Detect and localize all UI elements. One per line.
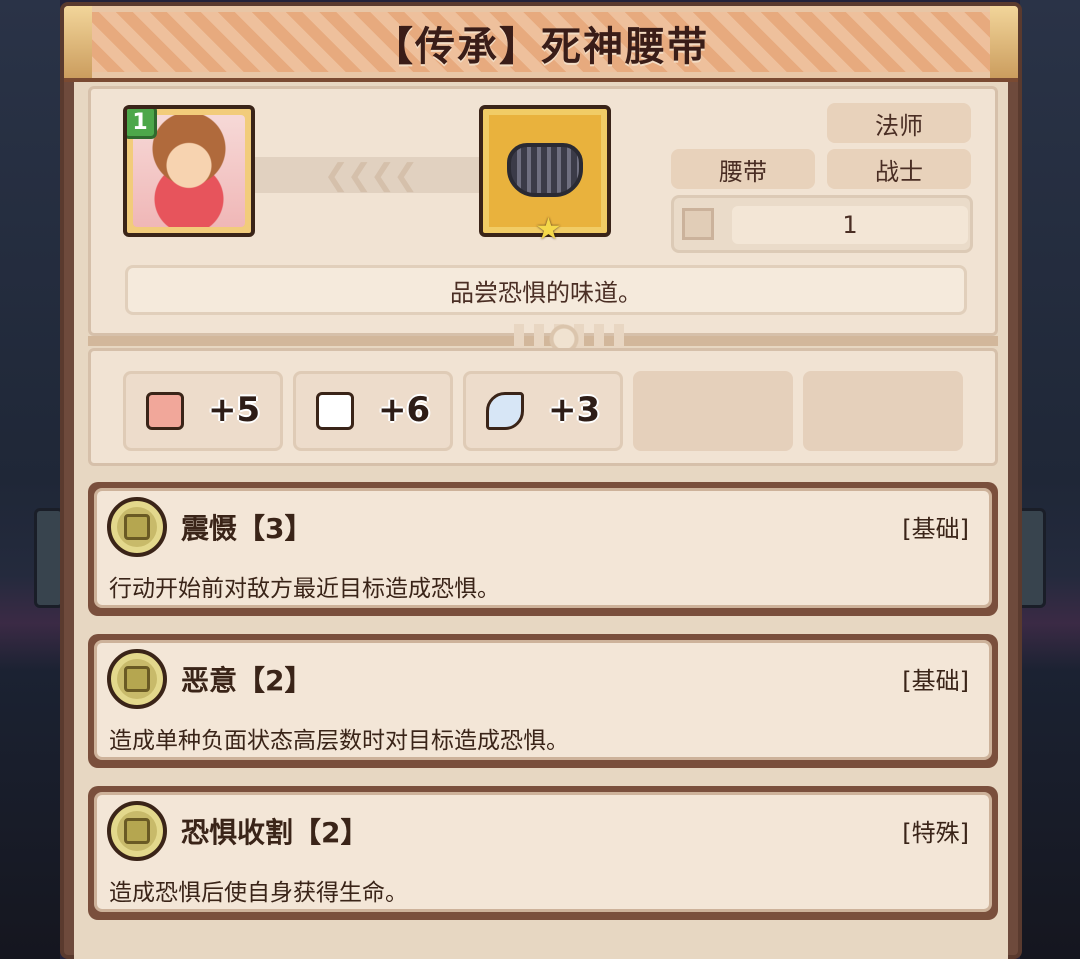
stat-slot-magic: +6 bbox=[293, 371, 453, 451]
skill-rune-icon bbox=[107, 497, 167, 557]
item-title: 【传承】死神腰带 bbox=[373, 24, 709, 70]
skill-type: [特殊] bbox=[902, 819, 969, 847]
skill-card[interactable]: 震慑【3】 [基础] 行动开始前对敌方最近目标造成恐惧。 bbox=[88, 482, 998, 616]
item-flavor-text: 品尝恐惧的味道。 bbox=[125, 265, 967, 315]
class-tag-warrior: 战士 bbox=[827, 149, 971, 189]
stats-card: +5 +6 +3 bbox=[88, 348, 998, 466]
class-tag-mage: 法师 bbox=[827, 103, 971, 143]
stat-value: +3 bbox=[548, 390, 601, 430]
item-level-box: 1 bbox=[671, 195, 973, 253]
type-tag-belt: 腰带 bbox=[671, 149, 815, 189]
skill-name: 震慑【3】 bbox=[181, 512, 313, 545]
item-portrait[interactable]: ★ bbox=[479, 105, 611, 247]
stat-slot-attack: +5 bbox=[123, 371, 283, 451]
skill-card[interactable]: 恶意【2】 [基础] 造成单种负面状态高层数时对目标造成恐惧。 bbox=[88, 634, 998, 768]
background-left bbox=[0, 0, 60, 959]
skill-description: 造成恐惧后使自身获得生命。 bbox=[109, 880, 408, 906]
stat-slot-empty bbox=[803, 371, 963, 451]
skill-type: [基础] bbox=[902, 667, 969, 695]
hero-level-badge: 1 bbox=[127, 109, 157, 139]
hero-portrait[interactable]: 1 bbox=[123, 105, 255, 237]
item-info-card: 1 ❮❮❮❮ ★ 法师 腰带 战士 1 品尝恐惧的味道。 bbox=[88, 86, 998, 336]
stat-slot-agility: +3 bbox=[463, 371, 623, 451]
feather-icon bbox=[486, 392, 524, 430]
stat-value: +5 bbox=[208, 390, 261, 430]
skill-name: 恶意【2】 bbox=[181, 664, 313, 697]
star-icon: ★ bbox=[535, 212, 562, 247]
skill-card[interactable]: 恐惧收割【2】 [特殊] 造成恐惧后使自身获得生命。 bbox=[88, 786, 998, 920]
background-right bbox=[1020, 0, 1080, 959]
fist-icon bbox=[146, 392, 184, 430]
skill-description: 造成单种负面状态高层数时对目标造成恐惧。 bbox=[109, 728, 569, 754]
stat-slot-empty bbox=[633, 371, 793, 451]
skill-name: 恐惧收割【2】 bbox=[181, 816, 369, 849]
skill-rune-icon bbox=[107, 649, 167, 709]
grid-icon bbox=[682, 208, 714, 240]
item-detail-panel: 【传承】死神腰带 1 ❮❮❮❮ ★ 法师 腰带 战士 1 品尝恐惧的味道。 +5… bbox=[60, 2, 1022, 959]
title-bar: 【传承】死神腰带 bbox=[64, 6, 1018, 82]
equip-arrow-icon: ❮❮❮❮ bbox=[255, 157, 485, 193]
item-level-value: 1 bbox=[732, 206, 968, 244]
stat-value: +6 bbox=[378, 390, 431, 430]
skill-rune-icon bbox=[107, 801, 167, 861]
book-icon bbox=[316, 392, 354, 430]
skill-description: 行动开始前对敌方最近目标造成恐惧。 bbox=[109, 576, 500, 602]
belt-icon bbox=[507, 143, 583, 197]
skill-type: [基础] bbox=[902, 515, 969, 543]
